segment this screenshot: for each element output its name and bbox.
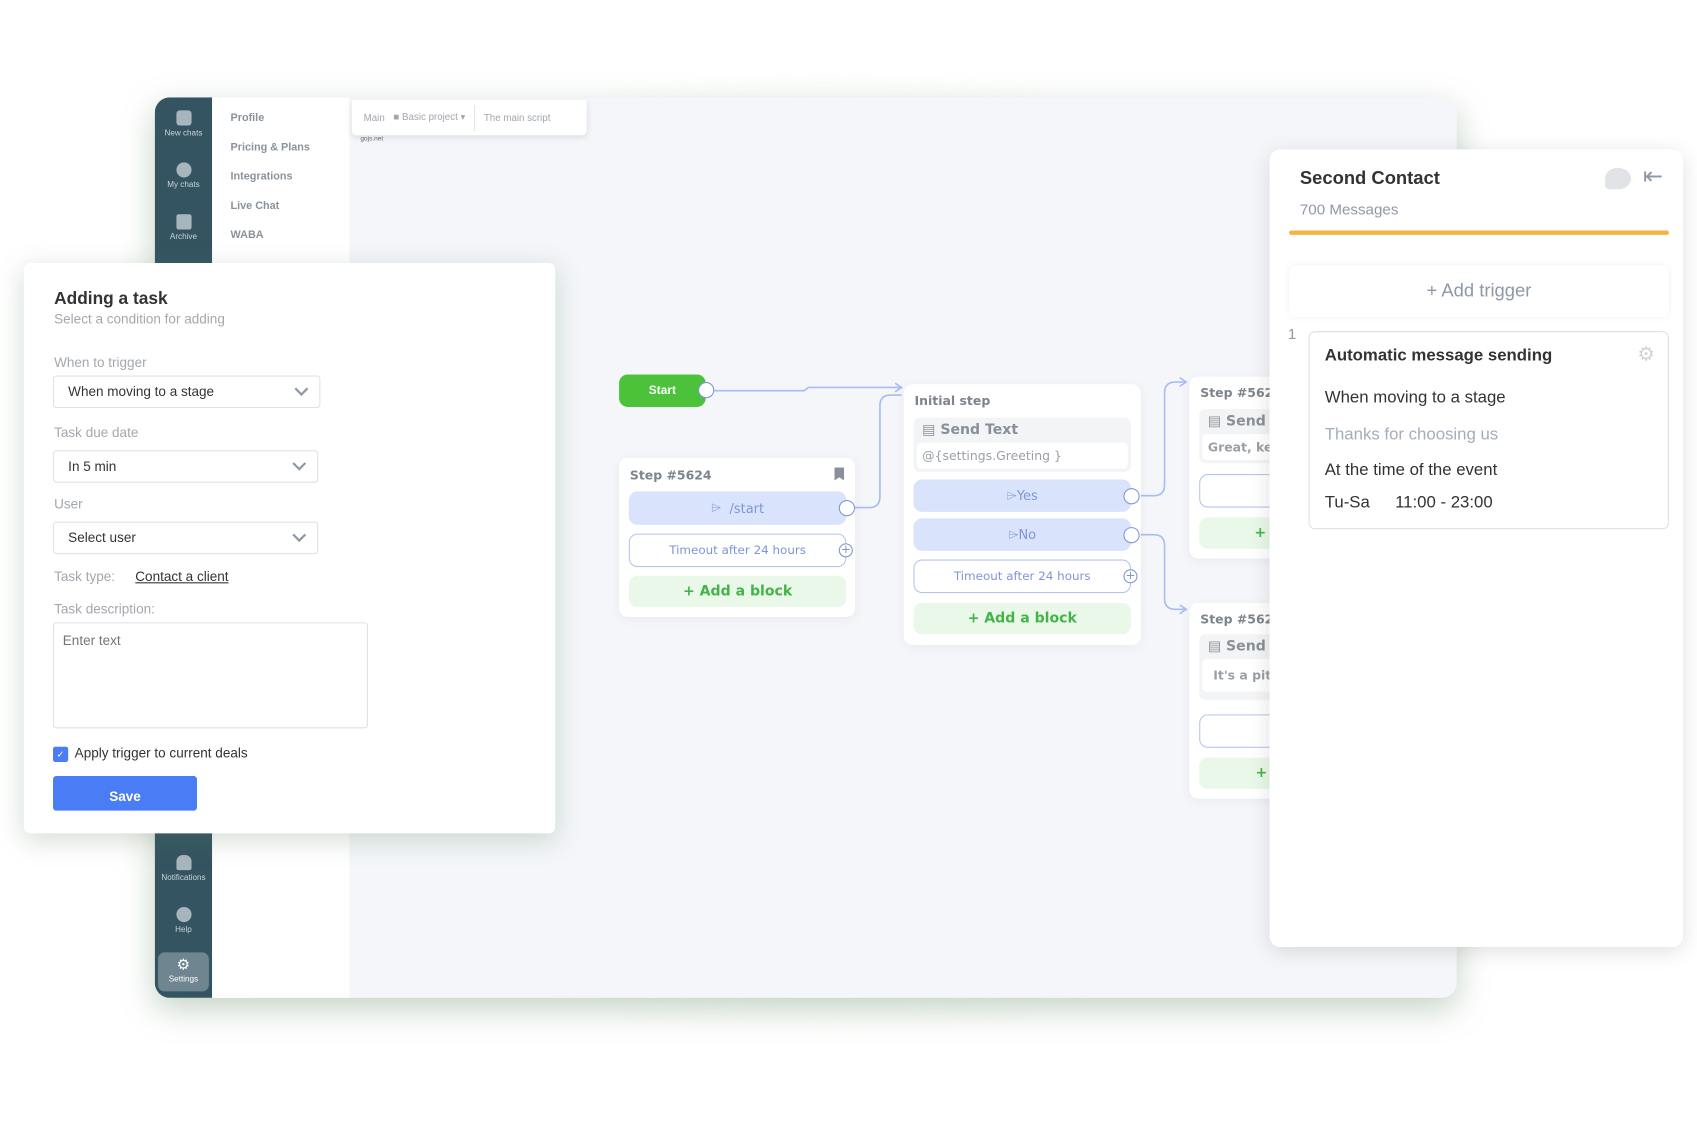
trigger-days: Tu-Sa <box>1324 493 1370 512</box>
modal-title: Adding a task <box>54 290 168 309</box>
task-type-label: Task type: <box>54 569 116 585</box>
trigger-pill[interactable]: ⌲ /start <box>628 491 856 525</box>
chevron-down-icon <box>292 456 307 471</box>
timeout-pill[interactable]: Timeout after 24 hours + <box>628 533 853 568</box>
trigger-message: Thanks for choosing us <box>1324 425 1499 444</box>
output-port[interactable] <box>1123 488 1140 505</box>
trigger-title: Automatic message sending <box>1324 346 1553 365</box>
apply-label: Apply trigger to current deals <box>74 745 248 761</box>
step-card-5624[interactable]: Step #5624 ⌲ /start Timeout after 24 hou… <box>619 457 856 617</box>
start-label: Start <box>648 384 676 398</box>
send-text-block[interactable]: ▤ Send Text @{settings.Greeting } <box>913 417 1132 472</box>
trigger-index: 1 <box>1287 324 1297 343</box>
trigger-timing: At the time of the event <box>1324 461 1498 480</box>
modal-subtitle: Select a condition for adding <box>54 311 225 327</box>
add-block-button[interactable]: + Add a block <box>628 575 847 608</box>
description-label: Task description: <box>54 601 155 617</box>
button-yes[interactable]: ⌲ Yes <box>913 479 1140 512</box>
message-icon: ▤ <box>922 422 941 439</box>
connector-start <box>712 386 902 392</box>
button-no[interactable]: ⌲ No <box>913 518 1140 551</box>
connector-no <box>1139 533 1187 611</box>
button-icon: ⌲ <box>1008 526 1019 542</box>
user-select[interactable]: Select user <box>53 521 319 555</box>
panel-title: Second Contact <box>1299 167 1440 189</box>
step-card-initial[interactable]: Initial step ▤ Send Text @{settings.Gree… <box>903 384 1141 646</box>
add-port-icon[interactable]: + <box>838 543 853 558</box>
message-icon: ▤ <box>1207 638 1227 655</box>
step-title: Initial step <box>914 392 991 409</box>
send-title: Send Text <box>940 422 1019 439</box>
chevron-down-icon <box>294 382 309 396</box>
send-body: @{settings.Greeting } <box>916 442 1128 469</box>
trigger-hours: 11:00 - 23:00 <box>1395 493 1493 512</box>
connector-yes <box>1139 381 1187 497</box>
output-port[interactable] <box>698 382 715 399</box>
when-label: When to trigger <box>54 354 147 371</box>
message-icon: ▤ <box>1207 413 1227 430</box>
timeout-pill[interactable]: Timeout after 24 hours + <box>913 559 1138 594</box>
save-button[interactable]: Save <box>53 776 197 811</box>
yes-label: Yes <box>1016 488 1038 504</box>
output-port[interactable] <box>838 500 856 517</box>
apply-checkbox[interactable]: ✓ <box>53 746 69 762</box>
chevron-down-icon <box>292 528 307 543</box>
no-label: No <box>1018 527 1037 543</box>
when-to-trigger-select[interactable]: When moving to a stage <box>53 375 321 409</box>
connector-5624 <box>855 394 902 509</box>
task-due-date-select[interactable]: In 5 min <box>53 450 319 483</box>
select-value: Select user <box>68 530 136 546</box>
trigger-icon: ⌲ <box>711 500 730 516</box>
add-block-button[interactable]: + Add a block <box>913 602 1132 635</box>
message-count: 700 Messages <box>1299 200 1399 218</box>
adding-task-modal: Adding a task Select a condition for add… <box>23 262 556 834</box>
task-description-input[interactable] <box>53 622 368 729</box>
add-port-icon[interactable]: + <box>1123 569 1138 584</box>
trigger-when: When moving to a stage <box>1324 388 1506 407</box>
trigger-card[interactable]: Automatic message sending ⚙ When moving … <box>1308 331 1669 530</box>
button-icon: ⌲ <box>1006 487 1017 503</box>
timeout-label: Timeout after 24 hours <box>953 569 1091 584</box>
trigger-label: /start <box>729 500 765 516</box>
timeout-label: Timeout after 24 hours <box>669 543 806 558</box>
output-port[interactable] <box>1123 527 1140 544</box>
select-value: When moving to a stage <box>68 384 215 400</box>
select-value: In 5 min <box>68 458 117 475</box>
step-title: Step #5624 <box>629 467 712 483</box>
chat-bubble-icon[interactable] <box>1605 167 1632 190</box>
progress-bar <box>1289 230 1669 235</box>
start-node[interactable]: Start <box>619 374 715 407</box>
gear-icon[interactable]: ⚙ <box>1637 343 1654 366</box>
task-type-link[interactable]: Contact a client <box>135 569 228 584</box>
trigger-panel: Second Contact 700 Messages ⇤ + Add trig… <box>1269 149 1683 948</box>
due-label: Task due date <box>54 425 139 441</box>
add-trigger-button[interactable]: + Add trigger <box>1289 265 1669 318</box>
user-label: User <box>54 496 83 512</box>
collapse-panel-icon[interactable]: ⇤ <box>1643 163 1663 189</box>
bookmark-icon[interactable] <box>834 467 845 481</box>
